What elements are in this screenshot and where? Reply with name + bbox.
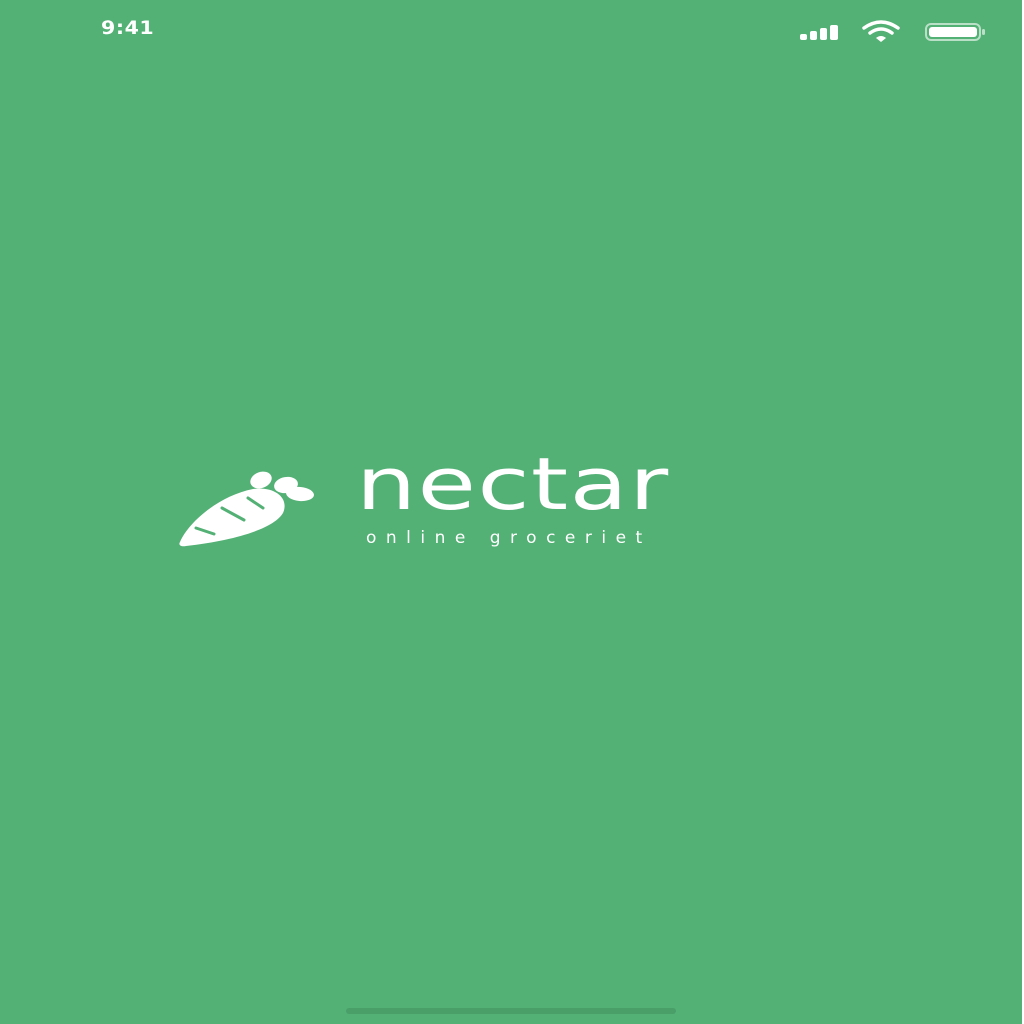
splash-screen: 9:41 nectar online groceriet <box>0 0 1022 1024</box>
wifi-icon <box>862 20 900 42</box>
status-time: 9:41 <box>101 17 155 39</box>
status-bar: 9:41 <box>0 0 1022 60</box>
home-indicator[interactable] <box>346 1008 676 1014</box>
status-icons <box>798 18 988 46</box>
carrot-icon <box>179 471 314 547</box>
brand-name: nectar <box>356 442 670 526</box>
brand-tagline: online groceriet <box>366 528 652 548</box>
battery-icon <box>925 23 985 41</box>
app-logo: nectar online groceriet <box>178 448 848 554</box>
signal-icon <box>800 25 838 40</box>
